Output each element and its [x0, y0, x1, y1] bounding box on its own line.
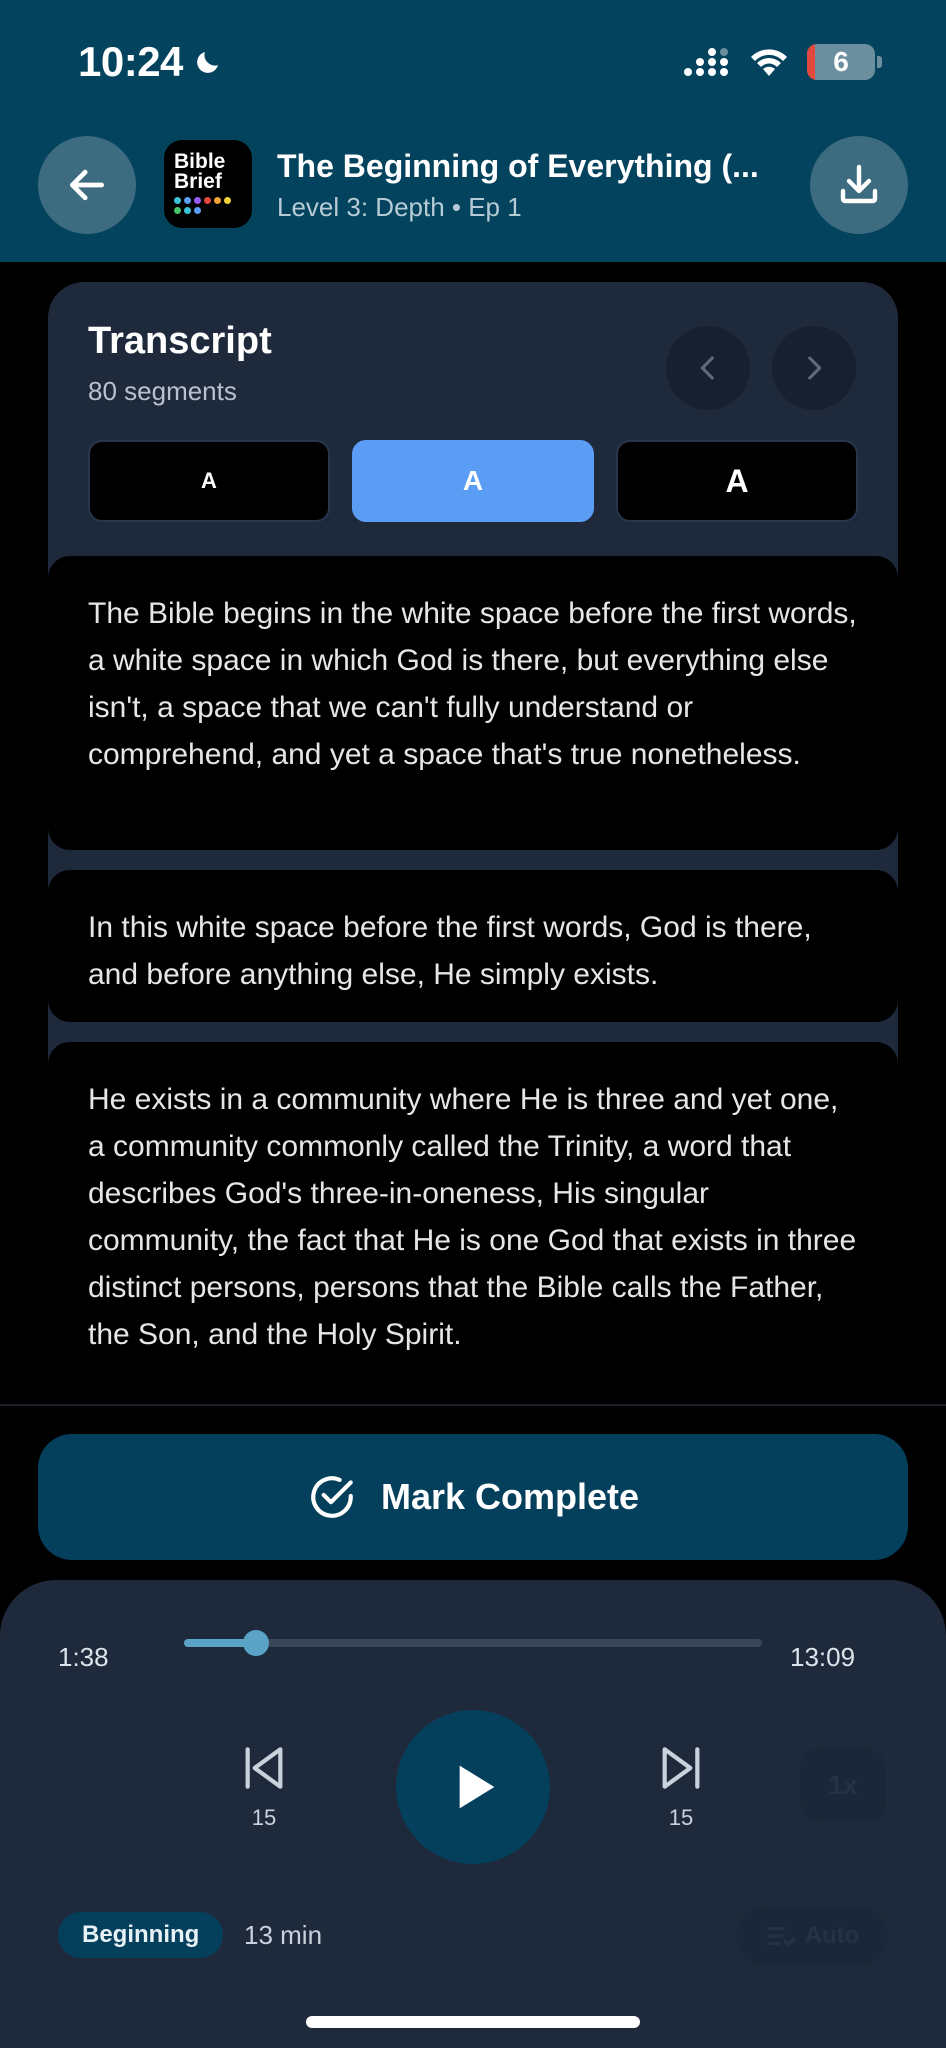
previous-segment-button[interactable]: [666, 326, 750, 410]
app-icon-dots: [174, 197, 242, 204]
chevron-right-icon: [808, 356, 822, 380]
app-icon-line2: Brief: [174, 170, 222, 193]
download-button[interactable]: [810, 136, 908, 234]
list-auto-icon: [766, 1927, 795, 1947]
status-time: 10:24: [78, 38, 223, 86]
wifi-icon: [751, 49, 787, 76]
skip-forward-seconds: 15: [668, 1805, 694, 1830]
arrow-left-icon: [69, 169, 105, 201]
download-icon: [840, 164, 878, 204]
transcript-segment[interactable]: He exists in a community where He is thr…: [48, 1042, 898, 1402]
battery-nub: [877, 56, 882, 68]
chevron-left-icon: [700, 356, 714, 380]
audio-player: 1:38 13:09 15 15 1x Beginning 13 min Aut…: [0, 1580, 946, 2048]
text-size-small-button[interactable]: A: [88, 440, 330, 522]
transcript-segment[interactable]: In this white space before the first wor…: [48, 870, 898, 1022]
play-button[interactable]: [396, 1710, 550, 1864]
next-segment-button[interactable]: [772, 326, 856, 410]
content-divider: [0, 1404, 946, 1406]
check-circle-icon: [311, 1476, 353, 1518]
transcript-title: Transcript: [88, 320, 272, 362]
cellular-signal-icon: [684, 48, 728, 76]
episode-duration: 13 min: [244, 1920, 323, 1950]
skip-back-button[interactable]: 15: [224, 1740, 304, 1831]
progress-knob[interactable]: [243, 1630, 270, 1656]
mark-complete-label: Mark Complete: [380, 1476, 640, 1517]
transcript-card: Transcript 80 segments A A A The Bible b…: [48, 282, 898, 1402]
back-button[interactable]: [38, 136, 136, 234]
top-header: 10:24 6 Bible Brief The Beginning of Eve…: [0, 0, 946, 262]
status-time-text: 10:24: [78, 38, 183, 85]
skip-forward-button[interactable]: 15: [641, 1740, 721, 1831]
app-icon-dots-2: [174, 207, 242, 214]
auto-scroll-label: Auto: [804, 1922, 860, 1949]
transcript-segment[interactable]: The Bible begins in the white space befo…: [48, 556, 898, 850]
battery-level: 6: [833, 46, 849, 77]
episode-title: The Beginning of Everything (...: [277, 148, 759, 184]
battery-icon: 6: [807, 44, 875, 80]
home-indicator[interactable]: [306, 2016, 640, 2028]
auto-scroll-button[interactable]: Auto: [736, 1906, 888, 1966]
mark-complete-button[interactable]: Mark Complete: [38, 1434, 908, 1560]
status-icons: 6: [683, 44, 882, 80]
episode-subtitle: Level 3: Depth • Ep 1: [277, 192, 522, 222]
text-size-medium-button[interactable]: A: [352, 440, 594, 522]
text-size-large-button[interactable]: A: [616, 440, 858, 522]
total-time: 13:09: [790, 1642, 856, 1672]
skip-forward-icon: [662, 1747, 700, 1789]
app-icon: Bible Brief: [164, 140, 252, 228]
app-icon-line1: Bible: [174, 150, 226, 173]
skip-back-seconds: 15: [251, 1805, 277, 1830]
playback-speed-button[interactable]: 1x: [800, 1748, 886, 1822]
moon-icon: [197, 52, 218, 73]
skip-back-icon: [245, 1747, 283, 1789]
progress-slider[interactable]: [184, 1630, 762, 1656]
play-icon: [459, 1765, 495, 1809]
section-chip[interactable]: Beginning: [58, 1912, 224, 1958]
segment-count: 80 segments: [88, 376, 237, 406]
elapsed-time: 1:38: [58, 1642, 109, 1672]
